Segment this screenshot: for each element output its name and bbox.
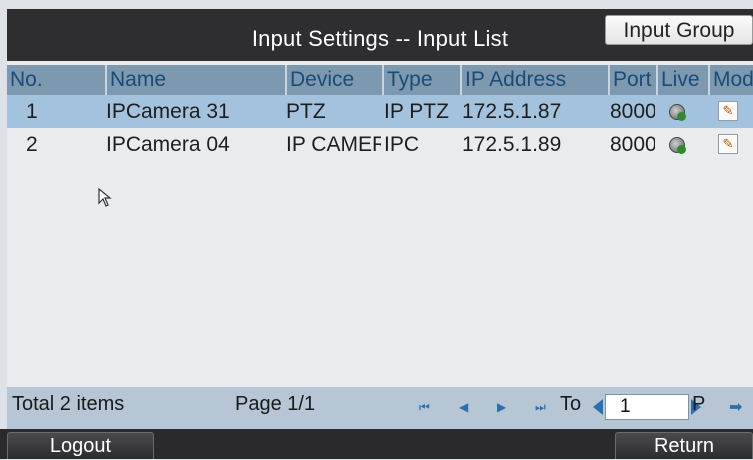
table-row[interactable]: 1 IPCamera 31 PTZ IP PTZ 172.5.1.87 8000…	[7, 95, 753, 128]
total-items: Total 2 items	[12, 393, 125, 415]
camera-live-icon[interactable]	[669, 104, 686, 121]
page-decrement-icon[interactable]	[593, 399, 603, 415]
bottom-bar: Logout Return	[0, 429, 753, 459]
previous-page-icon[interactable]: ◀	[459, 400, 468, 414]
camera-live-icon[interactable]	[669, 137, 686, 154]
row-number: 1	[26, 100, 38, 123]
ip-address: 172.5.1.87	[462, 100, 562, 123]
logout-button[interactable]: Logout	[7, 432, 154, 459]
next-page-icon[interactable]: ▶	[497, 400, 506, 414]
column-header-mod[interactable]: Mod	[708, 65, 753, 95]
device-name: IP CAMERA	[286, 133, 381, 156]
page-suffix-label: P	[692, 393, 706, 415]
go-to-label: To	[560, 393, 582, 415]
table-row[interactable]: 2 IPCamera 04 IP CAMERA IPC 172.5.1.89 8…	[7, 128, 753, 161]
column-header-live[interactable]: Live	[656, 65, 708, 95]
edit-icon[interactable]: ✎	[718, 134, 738, 154]
device-type: IPC	[384, 133, 420, 156]
last-page-icon[interactable]: ⏭	[535, 400, 546, 415]
device-name: PTZ	[286, 100, 326, 123]
row-number: 2	[26, 133, 38, 156]
column-header-ip-address[interactable]: IP Address	[460, 65, 608, 95]
pagination-bar: Total 2 items Page 1/1 ⏮ ◀ ▶ ⏭ To 1 P ➡	[7, 387, 753, 429]
go-arrow-icon[interactable]: ➡	[729, 397, 742, 417]
page-indicator: Page 1/1	[235, 393, 316, 415]
camera-name: IPCamera 31	[106, 100, 230, 123]
return-button[interactable]: Return	[615, 432, 753, 459]
column-header-name[interactable]: Name	[105, 65, 285, 95]
column-header-device[interactable]: Device	[285, 65, 382, 95]
port: 8000	[610, 133, 655, 156]
page-number-input[interactable]: 1	[605, 394, 689, 420]
input-list-window: Input Settings -- Input List Input Group…	[7, 9, 753, 429]
port: 8000	[610, 100, 655, 123]
edit-icon[interactable]: ✎	[718, 101, 738, 121]
input-group-button[interactable]: Input Group	[605, 15, 753, 45]
column-header-type[interactable]: Type	[382, 65, 460, 95]
ip-address: 172.5.1.89	[462, 133, 562, 156]
camera-name: IPCamera 04	[106, 133, 230, 156]
device-type: IP PTZ	[384, 100, 449, 123]
mouse-cursor-icon	[98, 187, 112, 207]
column-header-no[interactable]: No.	[7, 65, 105, 95]
title-bar: Input Settings -- Input List Input Group	[7, 9, 753, 61]
first-page-icon[interactable]: ⏮	[419, 400, 430, 415]
column-header-port[interactable]: Port	[608, 65, 656, 95]
table-header: No. Name Device Type IP Address Port Liv…	[7, 65, 753, 95]
